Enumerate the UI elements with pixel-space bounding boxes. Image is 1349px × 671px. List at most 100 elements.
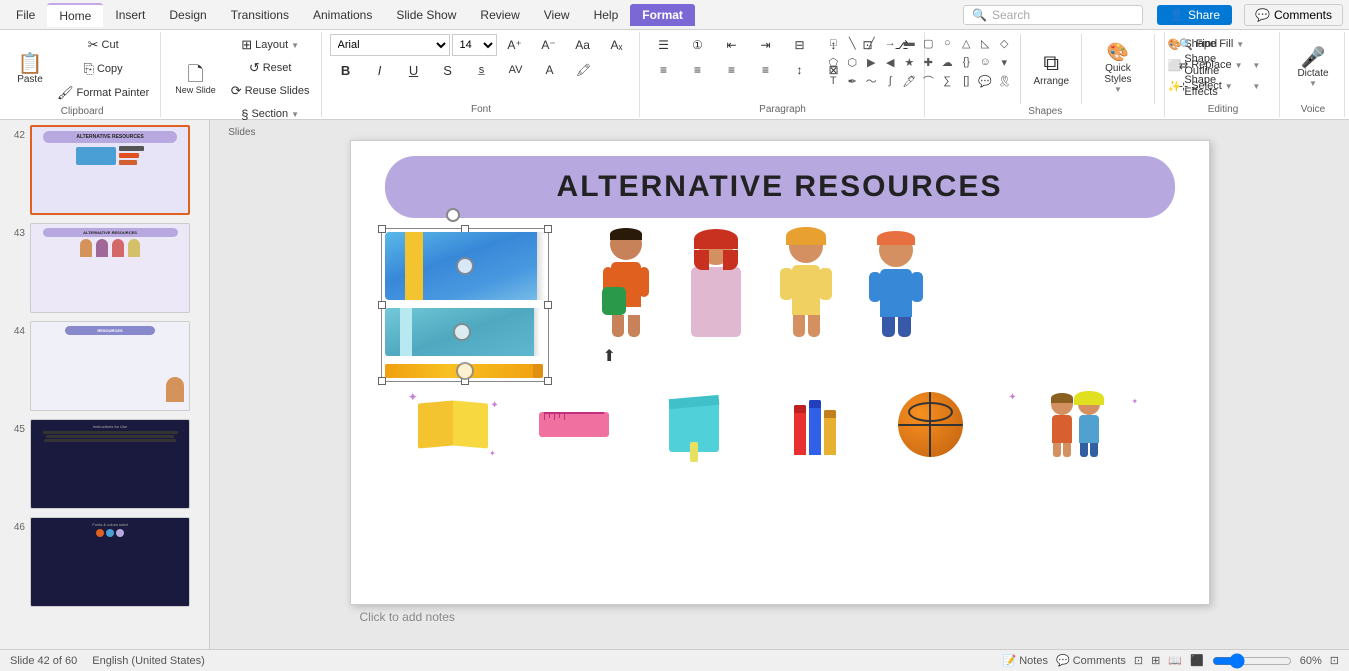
cut-button[interactable]: ✂ Cut (52, 34, 154, 56)
increase-font-size-button[interactable]: A⁺ (499, 34, 531, 56)
shape-ribbon[interactable]: 🎗 (995, 72, 1013, 90)
shape-star[interactable]: ★ (900, 53, 918, 71)
view-presenter[interactable]: ⬛ (1190, 654, 1204, 667)
numbering-button[interactable]: ① (682, 34, 714, 56)
zoom-slider[interactable] (1212, 653, 1292, 669)
shape-hexagon[interactable]: ⬡ (843, 53, 861, 71)
dictate-button[interactable]: 🎤 Dictate ▼ (1288, 34, 1338, 102)
text-shadow-button[interactable]: s̲ (466, 59, 498, 81)
shape-brace[interactable]: {} (957, 53, 975, 71)
view-normal[interactable]: ⊡ (1134, 654, 1143, 667)
shape-right-triangle[interactable]: ◺ (976, 34, 994, 52)
shape-arrow[interactable]: → (881, 34, 899, 52)
shape-rect2[interactable]: ▬ (900, 34, 918, 52)
view-slide-sorter[interactable]: ⊞ (1151, 654, 1160, 667)
search-box[interactable]: 🔍 Search (963, 5, 1143, 25)
tab-review[interactable]: Review (468, 4, 531, 26)
shape-arrow-left[interactable]: ◀ (881, 53, 899, 71)
sel-handle-br[interactable] (544, 377, 552, 385)
shape-rounded[interactable]: ▢ (919, 34, 937, 52)
align-center-button[interactable]: ≡ (682, 59, 714, 81)
align-right-button[interactable]: ≡ (716, 59, 748, 81)
shape-cloud[interactable]: ☁ (938, 53, 956, 71)
format-painter-button[interactable]: 🖌 Format Painter (52, 82, 154, 104)
align-left-button[interactable]: ≡ (648, 59, 680, 81)
font-family-select[interactable]: Arial (330, 34, 450, 56)
tab-transitions[interactable]: Transitions (219, 4, 301, 26)
notes-button[interactable]: 📝 Notes (1002, 654, 1048, 667)
sel-handle-mr[interactable] (544, 301, 552, 309)
shape-diamond[interactable]: ◇ (995, 34, 1013, 52)
shape-arrow-right[interactable]: ▶ (862, 53, 880, 71)
zoom-percent[interactable]: 60% (1300, 655, 1322, 667)
shape-arc[interactable]: ⌒ (919, 72, 937, 90)
tab-file[interactable]: File (4, 4, 47, 26)
shape-more[interactable]: ▾ (995, 53, 1013, 71)
increase-indent-button[interactable]: ⇥ (750, 34, 782, 56)
shape-line[interactable]: ╲ (843, 34, 861, 52)
tab-home[interactable]: Home (47, 3, 103, 27)
slide-canvas[interactable]: ALTERNATIVE RESOURCES (350, 140, 1210, 605)
shape-callout[interactable]: 💬 (976, 72, 994, 90)
shape-oval[interactable]: ○ (938, 34, 956, 52)
share-button[interactable]: 👤 Share (1157, 5, 1232, 25)
font-size-select[interactable]: 14 (452, 34, 497, 56)
rotation-handle[interactable] (446, 208, 460, 222)
shape-squiggle[interactable]: 🖊 (900, 72, 918, 90)
tab-insert[interactable]: Insert (103, 4, 157, 26)
tab-animations[interactable]: Animations (301, 4, 384, 26)
decrease-indent-button[interactable]: ⇤ (716, 34, 748, 56)
shape-freeform[interactable]: 〜 (862, 72, 880, 90)
select-button[interactable]: ⊹ Select ▼ (1173, 76, 1273, 96)
char-spacing-button[interactable]: AV (500, 59, 532, 81)
sel-handle-tr[interactable] (544, 225, 552, 233)
clear-formatting-button[interactable]: Aₓ (601, 34, 633, 56)
underline-button[interactable]: U (398, 59, 430, 81)
sub-handle-book2[interactable] (453, 323, 471, 341)
new-slide-button[interactable]: 🗋 New Slide (169, 45, 222, 115)
strikethrough-button[interactable]: S (432, 59, 464, 81)
shape-text[interactable]: T (824, 72, 842, 90)
reuse-slides-button[interactable]: ⟳ Reuse Slides (226, 80, 315, 102)
replace-button[interactable]: ⇄ Replace ▼ (1173, 55, 1273, 75)
add-columns-button[interactable]: ⊟ (784, 34, 816, 56)
slide-thumbnail-46[interactable]: Fonts & colors used (30, 517, 190, 607)
change-case-button[interactable]: Aa (567, 34, 599, 56)
notes-area[interactable]: Click to add notes (350, 605, 1210, 629)
slide-thumbnail-44[interactable]: RESOURCES (30, 321, 190, 411)
quick-styles-button[interactable]: 🎨 Quick Styles ▼ (1089, 34, 1147, 102)
shape-pen[interactable]: ✒ (843, 72, 861, 90)
copy-button[interactable]: ⎘ Copy (52, 58, 154, 80)
tab-format[interactable]: Format (630, 4, 695, 26)
section-button[interactable]: § Section ▼ (226, 103, 315, 125)
fit-to-window[interactable]: ⊡ (1330, 654, 1339, 667)
slide-thumbnail-42[interactable]: ALTERNATIVE RESOURCES (30, 125, 190, 215)
shape-curve[interactable]: ∫ (881, 72, 899, 90)
shape-cross[interactable]: ✚ (919, 53, 937, 71)
shape-smiley[interactable]: ☺ (976, 53, 994, 71)
tab-help[interactable]: Help (582, 4, 631, 26)
paste-button[interactable]: 📋 Paste (10, 34, 50, 104)
shape-rectangle[interactable]: □ (824, 34, 842, 52)
shape-pentagon[interactable]: ⬠ (824, 53, 842, 71)
shape-triangle[interactable]: △ (957, 34, 975, 52)
bullets-button[interactable]: ☰ (648, 34, 680, 56)
shape-equation[interactable]: ∑ (938, 72, 956, 90)
italic-button[interactable]: I (364, 59, 396, 81)
sub-handle-pencil[interactable] (456, 362, 474, 380)
sel-handle-bl[interactable] (378, 377, 386, 385)
reset-button[interactable]: ↺ Reset (226, 57, 315, 79)
shape-diagonal[interactable]: ╱ (862, 34, 880, 52)
comments-status[interactable]: 💬 Comments (1056, 654, 1126, 667)
bold-button[interactable]: B (330, 59, 362, 81)
comments-button[interactable]: 💬 Comments (1244, 4, 1343, 26)
shape-bracket[interactable]: [] (957, 72, 975, 90)
find-button[interactable]: 🔍 Find (1173, 34, 1273, 54)
font-color-button[interactable]: A (534, 59, 566, 81)
books-selection[interactable] (381, 228, 549, 382)
tab-slideshow[interactable]: Slide Show (384, 4, 468, 26)
slide-thumbnail-45[interactable]: Instructions for Use (30, 419, 190, 509)
slide-thumbnail-43[interactable]: ALTERNATIVE RESOURCES (30, 223, 190, 313)
tab-design[interactable]: Design (157, 4, 218, 26)
view-reading[interactable]: 📖 (1168, 654, 1182, 667)
